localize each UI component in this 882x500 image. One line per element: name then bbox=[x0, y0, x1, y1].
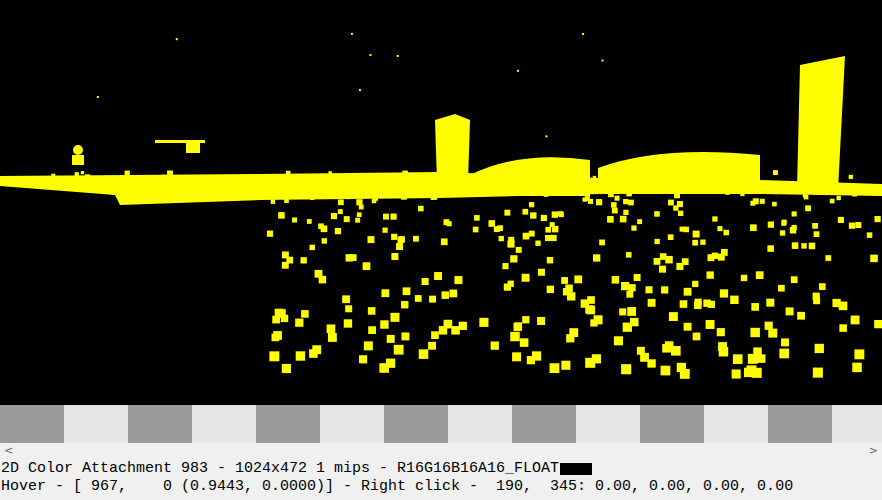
status-bar: 2D Color Attachment 983 - 1024x472 1 mip… bbox=[0, 458, 882, 496]
horizontal-scrollbar[interactable]: <> bbox=[0, 443, 882, 458]
point-cloud-render bbox=[0, 0, 882, 405]
color-swatch bbox=[560, 463, 592, 475]
texture-info: 2D Color Attachment 983 - 1024x472 1 mip… bbox=[0, 460, 882, 478]
scroll-left-button[interactable]: < bbox=[4, 443, 13, 458]
checkerboard-strip bbox=[0, 405, 882, 443]
texture-viewer: <>2D Color Attachment 983 - 1024x472 1 m… bbox=[0, 0, 882, 500]
texture-viewport[interactable] bbox=[0, 0, 882, 405]
pixel-info: Hover - [ 967, 0 (0.9443, 0.0000)] - Rig… bbox=[0, 478, 882, 496]
scroll-right-button[interactable]: > bbox=[869, 443, 878, 458]
